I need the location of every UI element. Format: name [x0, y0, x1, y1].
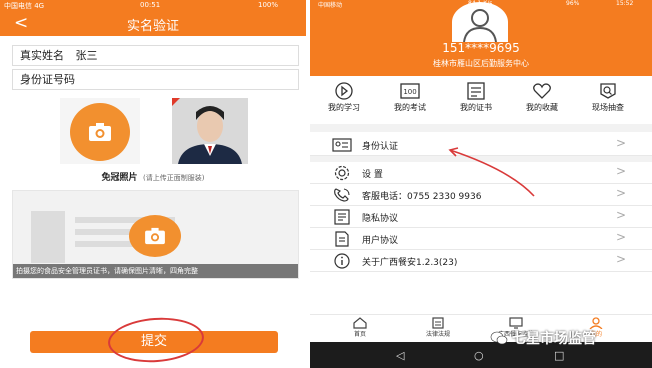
info-icon — [334, 253, 350, 269]
bottom-tab-bar: 首页 法律法规 广西餐安监管 我的 — [310, 314, 652, 342]
law-icon — [432, 317, 444, 329]
photo-hint: (请上传正面制服装) — [143, 174, 205, 182]
menu-item-label: 用户协议 — [362, 236, 399, 246]
system-nav-bar: ◁ ○ □ — [310, 342, 652, 368]
nav-back-icon[interactable]: ◁ — [396, 349, 404, 362]
tab-label: 法律法规 — [425, 331, 450, 338]
tab-home[interactable]: 首页 — [330, 317, 390, 338]
tab-label: 首页 — [353, 331, 366, 338]
id-verification-screen: 中国电信 4G 00:51 100% < 实名验证 真实姓名 张三 身份证号码 — [0, 0, 306, 368]
wechat-icon — [490, 331, 508, 345]
photo-upload-button[interactable] — [60, 98, 140, 164]
watermark-text: 七星市场监管 — [512, 331, 596, 347]
id-number-field[interactable]: 身份证号码 — [12, 69, 299, 90]
menu-item-user-agreement[interactable]: 用户协议 > — [310, 228, 652, 250]
id-number-label: 身份证号码 — [20, 73, 75, 86]
real-name-field[interactable]: 真实姓名 张三 — [12, 45, 299, 66]
photo-label: 免冠照片 — [101, 173, 138, 183]
home-icon — [353, 317, 367, 329]
chevron-right-icon: > — [615, 252, 626, 266]
menu-item-label: 关于广西餐安1.2.3(23) — [362, 258, 458, 268]
real-name-label: 真实姓名 — [20, 49, 64, 62]
header-bar: < 实名验证 — [0, 12, 306, 36]
camera-icon — [129, 215, 181, 257]
real-name-value: 张三 — [75, 49, 98, 62]
menu-item-about[interactable]: 关于广西餐安1.2.3(23) > — [310, 250, 652, 272]
camera-icon — [70, 103, 130, 161]
annotation-arrow — [448, 147, 535, 197]
sample-photo — [172, 98, 248, 164]
annotation-circle — [106, 314, 206, 366]
carrier-label: 中国电信 4G — [4, 2, 45, 10]
battery-level: 100% — [258, 1, 279, 9]
status-time: 00:51 — [140, 1, 161, 9]
tab-laws[interactable]: 法律法规 — [408, 317, 468, 338]
profile-screen: 中国移动 84.1 K/s 96% 15:52 151****9695 桂林市雁… — [310, 0, 652, 368]
watermark: 七星市场监管 — [490, 328, 596, 352]
status-bar: 中国电信 4G 00:51 100% — [0, 0, 306, 12]
certificate-upload[interactable]: 拍摄您的食品安全管理员证书，请确保图片清晰，四角完整 — [12, 190, 299, 279]
chevron-right-icon: > — [615, 230, 626, 244]
certificate-notice: 拍摄您的食品安全管理员证书，请确保图片清晰，四角完整 — [13, 264, 298, 278]
document-icon — [335, 231, 349, 247]
nav-home-icon[interactable]: ○ — [474, 349, 484, 362]
photo-caption: 免冠照片 (请上传正面制服装) — [0, 170, 306, 183]
page-title: 实名验证 — [126, 19, 179, 34]
